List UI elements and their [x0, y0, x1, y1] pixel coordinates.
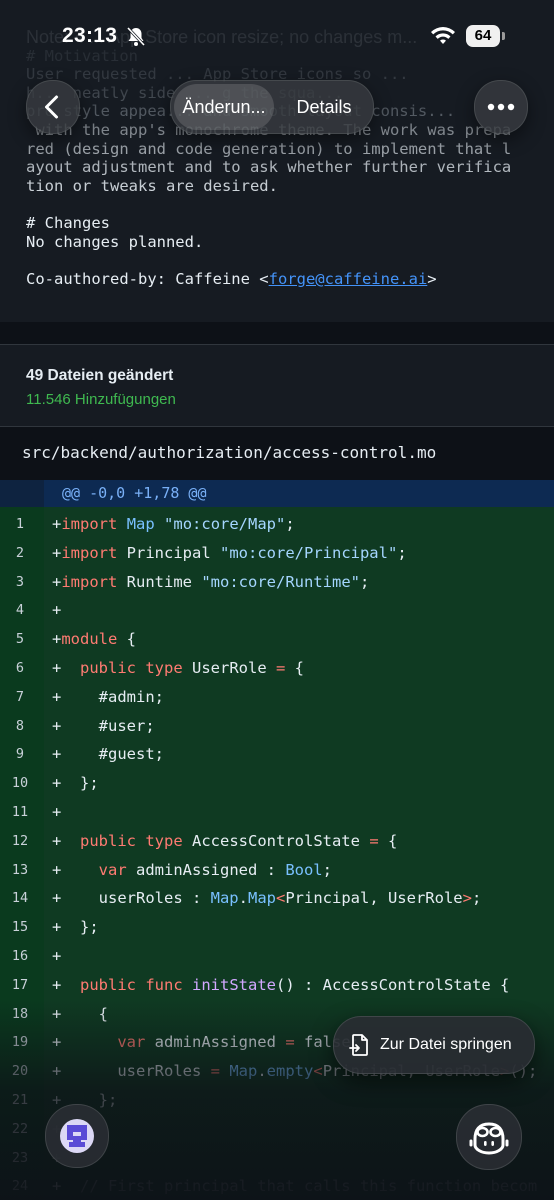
- chevron-left-icon: [45, 95, 58, 119]
- coauthor-prefix: Co-authored-by: Caffeine <: [26, 269, 269, 288]
- jump-to-file-label: Zur Datei springen: [380, 1036, 512, 1053]
- diff-line[interactable]: 9 + #guest;: [0, 740, 554, 769]
- copilot-button[interactable]: [456, 1104, 522, 1170]
- line-number: 2: [15, 544, 25, 561]
- diff-line[interactable]: 6 + public type UserRole = {: [0, 654, 554, 683]
- files-changed-count: 49 Dateien geändert: [26, 367, 174, 384]
- coauthor-suffix: >: [427, 269, 437, 288]
- diff-line[interactable]: 11 +: [0, 798, 554, 827]
- line-number: 4: [15, 602, 25, 619]
- line-number: 17: [11, 976, 29, 993]
- line-number: 3: [15, 573, 25, 590]
- line-number: 10: [11, 775, 29, 792]
- line-number: 15: [11, 919, 29, 936]
- coauthor-line: Co-authored-by: Caffeine <forge@caffeine…: [26, 270, 554, 289]
- back-button[interactable]: [26, 80, 80, 134]
- line-number: 14: [11, 890, 29, 907]
- changes-text: No changes planned.: [26, 232, 204, 251]
- line-number: 12: [11, 832, 29, 849]
- file-jump-icon: [349, 1034, 368, 1056]
- code-line: +: [52, 601, 62, 620]
- commit-body-line: red (design and code generation) to impl…: [26, 139, 512, 158]
- hunk-header: @@ -0,0 +1,78 @@: [0, 480, 554, 507]
- code-line: + #admin;: [52, 687, 164, 706]
- diff-view: @@ -0,0 +1,78 @@ 1 +import Map "mo:core/M…: [0, 480, 554, 1200]
- code-line: + public type UserRole = {: [52, 659, 305, 677]
- clock: 23:13: [62, 24, 118, 47]
- diff-line[interactable]: 10 + };: [0, 769, 554, 798]
- code-line: +import Principal "mo:core/Principal";: [52, 543, 407, 562]
- status-bar: 23:13 64: [0, 22, 554, 54]
- commit-body-line: ayout adjustment and to ask whether furt…: [26, 158, 512, 177]
- battery-tip: [502, 32, 505, 40]
- line-number: 11: [11, 804, 29, 820]
- line-number: 5: [15, 631, 25, 648]
- diff-summary: 49 Dateien geändert 11.546 Hinzufügungen: [0, 344, 554, 427]
- view-segmented-control: Änderun... Details: [170, 80, 374, 134]
- diff-line[interactable]: 5 +module {: [0, 625, 554, 654]
- line-number: 16: [11, 948, 29, 964]
- code-line: + #user;: [52, 716, 155, 735]
- file-path: src/backend/authorization/access-control…: [22, 443, 437, 462]
- line-number: 7: [15, 688, 25, 705]
- hunk-gutter: [0, 480, 44, 507]
- code-line: + };: [52, 774, 99, 793]
- commit-body-line: tion or tweaks are desired.: [26, 176, 278, 195]
- bell-slash-icon: [126, 26, 146, 47]
- additions-count: 11.546 Hinzufügungen: [26, 391, 176, 408]
- code-line: +module {: [52, 630, 137, 649]
- diff-line[interactable]: 3 +import Runtime "mo:core/Runtime";: [0, 568, 554, 597]
- copilot-icon: [469, 1122, 509, 1155]
- hunk-header-text: @@ -0,0 +1,78 @@: [62, 484, 207, 502]
- diff-line[interactable]: 16 +: [0, 942, 554, 971]
- diff-line[interactable]: 7 + #admin;: [0, 683, 554, 712]
- tab-details[interactable]: Details: [279, 84, 369, 130]
- coauthor-email-link[interactable]: forge@caffeine.ai: [269, 270, 428, 288]
- diff-line[interactable]: 13 + var adminAssigned : Bool;: [0, 856, 554, 885]
- diff-line[interactable]: 14 + userRoles : Map.Map<Principal, UserR…: [0, 884, 554, 913]
- section-separator: [0, 322, 554, 344]
- code-line: +import Runtime "mo:core/Runtime";: [52, 572, 370, 591]
- avatar-button[interactable]: [45, 1104, 109, 1168]
- line-number: 1: [15, 516, 25, 532]
- line-number: 13: [11, 861, 29, 878]
- user-avatar-icon: [60, 1119, 94, 1153]
- tab-changes[interactable]: Änderun...: [174, 84, 274, 130]
- jump-to-file-button[interactable]: Zur Datei springen: [333, 1016, 535, 1074]
- code-line: +import Map "mo:core/Map";: [52, 515, 295, 533]
- code-line: +: [52, 803, 62, 821]
- line-number: 6: [15, 660, 25, 676]
- file-header[interactable]: src/backend/authorization/access-control…: [0, 426, 554, 482]
- line-number: 9: [15, 746, 25, 763]
- diff-line[interactable]: 17 + public func initState() : AccessCont…: [0, 971, 554, 1000]
- diff-line[interactable]: 1 +import Map "mo:core/Map";: [0, 510, 554, 539]
- ellipsis-icon: [487, 103, 515, 111]
- code-line: + #guest;: [52, 745, 164, 764]
- battery-indicator: 64: [466, 25, 500, 47]
- code-line: +: [52, 947, 62, 965]
- diff-line[interactable]: 12 + public type AccessControlState = {: [0, 827, 554, 856]
- code-line: + userRoles : Map.Map<Principal, UserRol…: [52, 889, 482, 908]
- wifi-icon: [431, 27, 455, 44]
- changes-heading: # Changes: [26, 213, 110, 232]
- code-line: + var adminAssigned : Bool;: [52, 860, 332, 879]
- diff-line[interactable]: 8 + #user;: [0, 712, 554, 741]
- code-line: + public type AccessControlState = {: [52, 831, 398, 850]
- diff-line[interactable]: 2 +import Principal "mo:core/Principal";: [0, 539, 554, 568]
- more-options-button[interactable]: [474, 80, 528, 134]
- diff-line[interactable]: 4 +: [0, 596, 554, 625]
- line-number: 8: [15, 717, 25, 734]
- code-line: + };: [52, 918, 99, 937]
- code-line: + public func initState() : AccessContro…: [52, 975, 510, 994]
- diff-line[interactable]: 15 + };: [0, 913, 554, 942]
